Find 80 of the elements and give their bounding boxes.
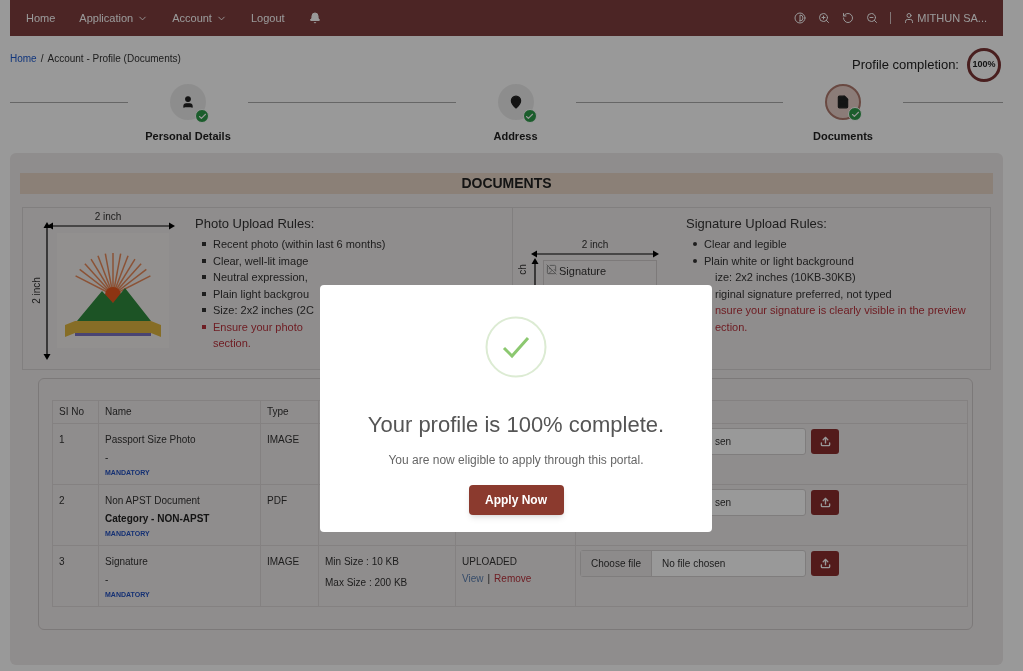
link-separator: | xyxy=(487,571,491,586)
table-cell: 1 xyxy=(59,433,65,445)
warning-text: Ensure your photo xyxy=(213,319,303,335)
file-icon xyxy=(836,95,850,109)
breadcrumb-link[interactable]: Home xyxy=(10,51,37,66)
column-header: Name xyxy=(105,406,132,417)
file-status-text: sen xyxy=(715,495,732,510)
table-cell: 3 xyxy=(59,555,65,567)
column-header: Type xyxy=(267,406,289,417)
rule-text: Recent photo (within last 6 months) xyxy=(213,237,386,252)
status-text: UPLOADED xyxy=(462,554,518,569)
rules-title: Signature Upload Rules: xyxy=(686,214,828,233)
height-label: ch xyxy=(515,263,529,275)
nav-link[interactable]: Home xyxy=(26,9,56,27)
rule-text: Plain light backgrou xyxy=(213,286,309,302)
step-label: Personal Details xyxy=(145,129,231,144)
rules-title: Photo Upload Rules: xyxy=(195,214,316,233)
user-icon xyxy=(903,12,916,24)
file-input[interactable]: Choose file No file chosen xyxy=(580,549,806,577)
table-cell: IMAGE xyxy=(267,433,300,445)
completion-ring: 100% xyxy=(967,48,1001,82)
document-category: Category - NON-APST xyxy=(105,511,211,526)
upload-icon xyxy=(819,557,831,569)
choose-file-button[interactable]: Choose file xyxy=(581,550,653,576)
rule-text: ize: 2x2 inches (10KB-30KB) xyxy=(715,270,856,285)
rule-text: Plain white or light background xyxy=(704,253,854,269)
bell-icon[interactable] xyxy=(308,12,321,24)
document-name: Non APST Document xyxy=(105,493,201,508)
document-name: Signature xyxy=(105,554,149,569)
step-label: Documents xyxy=(813,129,873,144)
zoom-in-icon[interactable] xyxy=(818,12,831,24)
zoom-out-icon[interactable] xyxy=(866,12,879,24)
dialog-message: You are now eligible to apply through this portal. xyxy=(388,452,644,469)
document-category: - xyxy=(105,572,110,587)
upload-button[interactable] xyxy=(811,550,839,576)
map-pin-icon xyxy=(508,95,523,109)
warning-text: ection. xyxy=(715,319,748,335)
document-category: - xyxy=(105,450,110,465)
reset-icon[interactable] xyxy=(842,12,855,24)
rule-text: Clear, well-lit image xyxy=(213,253,309,269)
width-label: 2 inch xyxy=(581,238,609,250)
breadcrumb-current: Account - Profile (Documents) xyxy=(47,52,181,66)
width-label: 2 inch xyxy=(94,211,122,222)
size-limit-text: Max Size : 200 KB xyxy=(325,575,409,590)
upload-icon xyxy=(819,496,831,508)
file-status-text: No file chosen xyxy=(662,556,726,571)
nav-link[interactable]: Logout xyxy=(250,9,285,27)
height-label: 2 inch xyxy=(29,276,43,304)
table-cell: IMAGE xyxy=(267,555,300,567)
nav-link[interactable]: Account xyxy=(172,9,227,27)
user-menu[interactable]: MITHUN SA... xyxy=(903,9,987,27)
image-alt-text: Signature xyxy=(559,263,607,279)
rule-text: Neutral expression, xyxy=(213,270,308,285)
rule-text: Size: 2x2 inches (2C xyxy=(213,303,314,318)
table-cell: 2 xyxy=(59,494,65,506)
profile-completion-label: Profile completion: xyxy=(852,56,959,75)
nav-link[interactable]: Application xyxy=(79,9,149,27)
remove-link[interactable]: Remove xyxy=(494,570,532,586)
apply-now-button[interactable]: Apply Now xyxy=(468,485,564,515)
success-check-icon xyxy=(485,316,547,378)
dialog-title: Your profile is 100% complete. xyxy=(367,411,665,439)
rule-text: riginal signature preferred, not typed xyxy=(715,286,892,302)
contrast-icon[interactable] xyxy=(794,12,807,24)
file-status-text: sen xyxy=(715,434,732,449)
upload-button[interactable] xyxy=(811,489,839,515)
document-name: Passport Size Photo xyxy=(105,432,197,447)
step-label: Address xyxy=(493,129,538,144)
person-icon xyxy=(181,95,195,109)
breadcrumb-separator: / xyxy=(40,52,44,66)
warning-text: section. xyxy=(213,336,251,351)
warning-text: nsure your signature is clearly visible in the preview xyxy=(715,303,966,318)
rule-text: Clear and legible xyxy=(704,237,787,252)
section-header: DOCUMENTS xyxy=(20,172,993,194)
upload-button[interactable] xyxy=(811,428,839,454)
table-cell: PDF xyxy=(267,494,287,506)
upload-icon xyxy=(819,435,831,447)
view-link[interactable]: View xyxy=(462,570,484,586)
size-limit-text: Min Size : 10 KB xyxy=(325,554,400,569)
column-header: SI No xyxy=(59,406,84,417)
broken-image-icon xyxy=(546,263,557,275)
